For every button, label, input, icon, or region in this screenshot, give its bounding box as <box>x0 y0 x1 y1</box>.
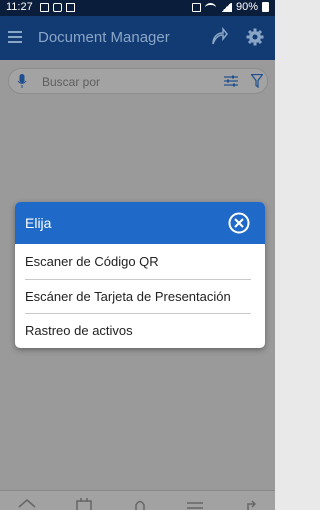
option-asset-tracking[interactable]: Rastreo de activos <box>15 314 265 348</box>
mic-icon[interactable] <box>17 74 27 89</box>
close-icon[interactable] <box>228 212 250 234</box>
filter-icon[interactable] <box>251 74 263 88</box>
nfc-icon <box>191 2 201 12</box>
dialog-header: Elija <box>15 202 265 244</box>
wifi-icon <box>204 2 216 12</box>
calendar-icon[interactable] <box>75 498 93 510</box>
status-bar: 11:27 90% <box>0 0 275 16</box>
sliders-icon[interactable] <box>224 75 238 87</box>
option-qr-scanner[interactable]: Escaner de Código QR <box>15 245 265 279</box>
option-business-card-scanner[interactable]: Escáner de Tarjeta de Presentación <box>15 280 265 314</box>
choice-dialog: Elija Escaner de Código QR Escáner de Ta… <box>15 202 265 348</box>
list-icon[interactable] <box>186 498 204 510</box>
gear-icon[interactable] <box>246 28 264 46</box>
share-icon[interactable] <box>210 26 228 46</box>
app-title: Document Manager <box>38 29 170 46</box>
bell-icon[interactable] <box>131 498 149 510</box>
battery-percent: 90% <box>235 1 258 13</box>
search-bar[interactable]: Buscar por <box>8 68 268 94</box>
menu-icon[interactable] <box>8 31 22 43</box>
option-label: Escaner de Código QR <box>25 254 159 269</box>
image-icon <box>40 3 49 12</box>
bottom-nav <box>0 490 275 510</box>
option-label: Rastreo de activos <box>25 323 133 338</box>
app-bar: Document Manager <box>0 16 275 60</box>
mail-icon <box>66 3 75 12</box>
dialog-title: Elija <box>25 215 52 231</box>
battery-icon <box>262 2 269 12</box>
status-time: 11:27 <box>6 1 33 13</box>
message-icon <box>53 3 62 12</box>
home-icon[interactable] <box>18 498 36 510</box>
search-input[interactable]: Buscar por <box>42 75 100 89</box>
option-label: Escáner de Tarjeta de Presentación <box>25 289 231 304</box>
export-icon[interactable] <box>244 498 262 510</box>
signal-icon <box>219 2 232 12</box>
